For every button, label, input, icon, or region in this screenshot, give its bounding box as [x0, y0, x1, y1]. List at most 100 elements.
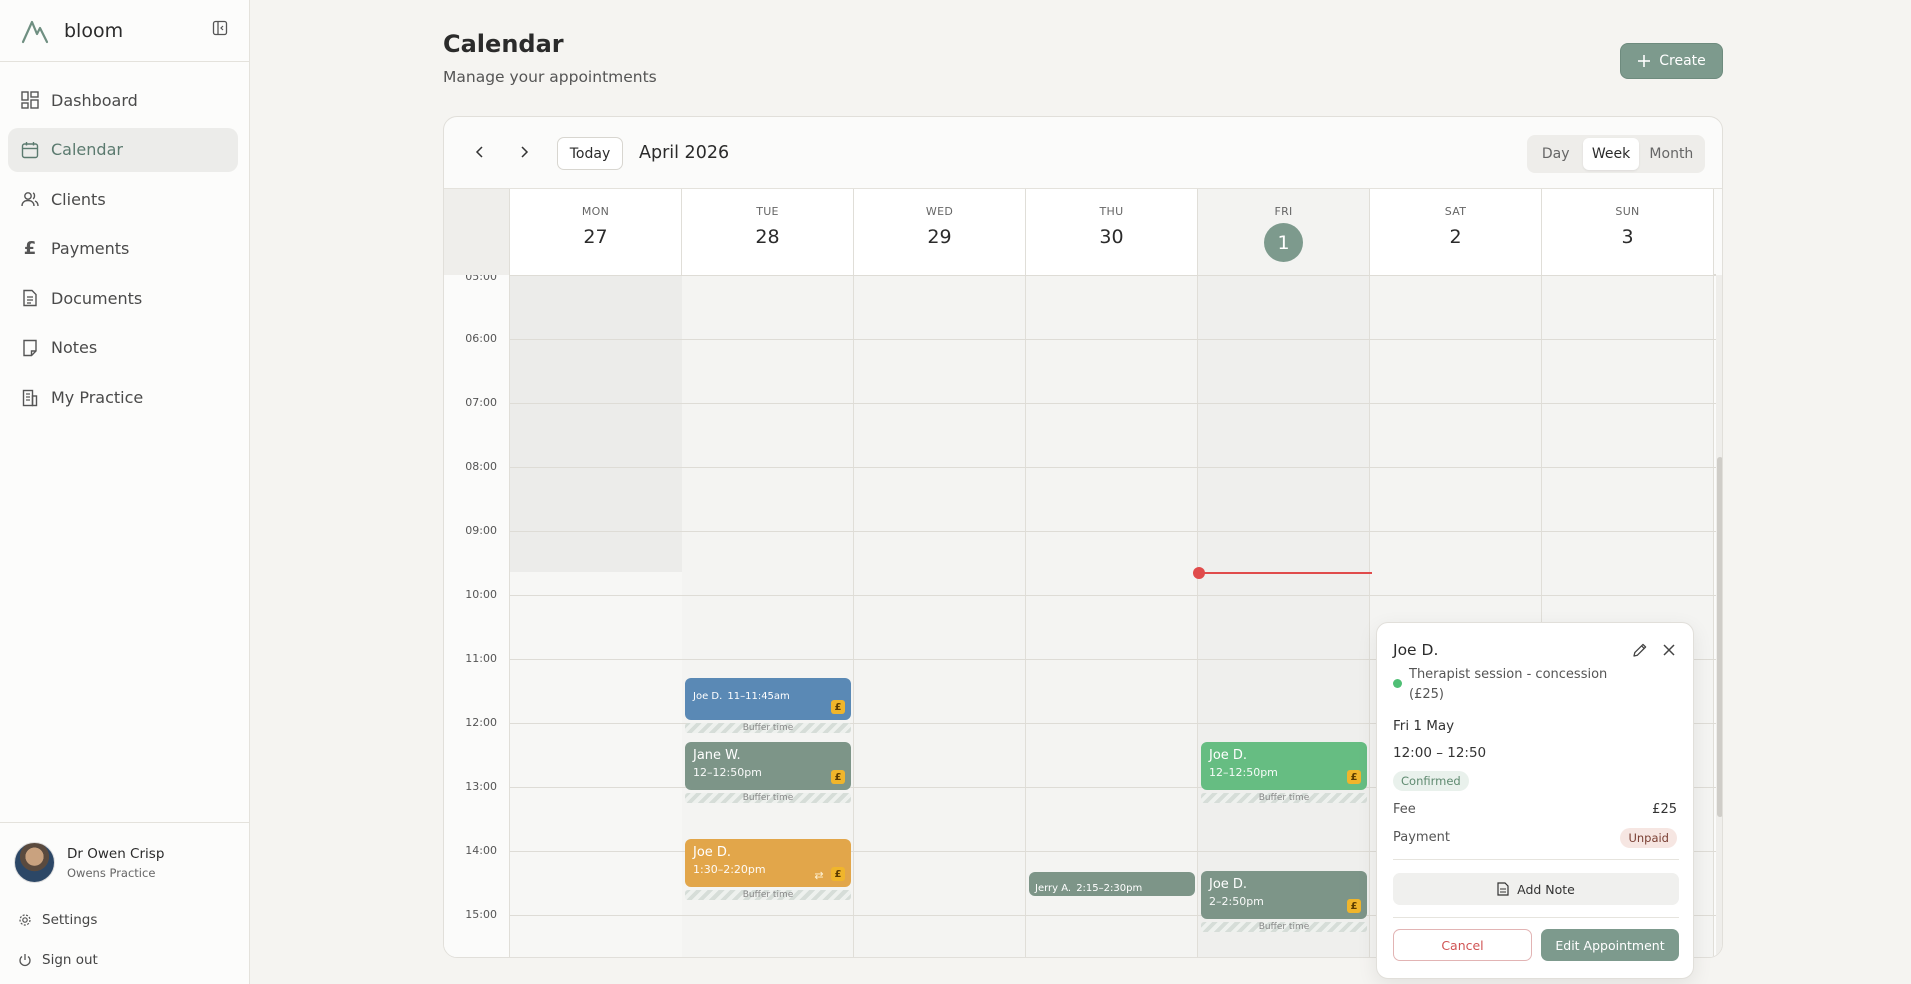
- time-label: 08:00: [465, 460, 497, 473]
- day-header-wed[interactable]: WED 29: [854, 189, 1026, 275]
- appointment-time: 12:00 – 12:50: [1393, 745, 1487, 761]
- event-time: 2–2:50pm: [1209, 895, 1264, 908]
- day-number: 27: [583, 226, 608, 248]
- day-name: WED: [925, 205, 954, 218]
- close-icon[interactable]: [1660, 641, 1678, 659]
- month-label: April 2026: [639, 143, 730, 163]
- sidebar-item-documents[interactable]: Documents: [8, 276, 238, 320]
- appointment-event-selected[interactable]: Joe D. 12–12:50pm £: [1201, 742, 1367, 790]
- appointment-event[interactable]: Jane W. 12–12:50pm £: [685, 742, 851, 790]
- day-number: 28: [755, 226, 780, 248]
- view-toggle: Day Week Month: [1527, 135, 1705, 173]
- day-header-sun[interactable]: SUN 3: [1542, 189, 1714, 275]
- plus-icon: [1638, 55, 1651, 67]
- sidebar: bloom Dashboard Calendar Clients £ Payme…: [0, 0, 250, 984]
- current-time-dot: [1193, 567, 1205, 579]
- scrollbar-thumb[interactable]: [1717, 457, 1722, 817]
- create-button[interactable]: Create: [1620, 43, 1723, 79]
- day-column-thu[interactable]: [1026, 275, 1198, 957]
- corner-cell: [444, 189, 510, 275]
- appointment-event[interactable]: Joe D. 1:30–2:20pm ⇄ £: [685, 839, 851, 887]
- today-button[interactable]: Today: [557, 137, 623, 170]
- edit-appointment-button[interactable]: Edit Appointment: [1541, 929, 1679, 961]
- appointment-event[interactable]: Joe D. 11–11:45am £: [685, 678, 851, 720]
- grid-scrollbar[interactable]: [1716, 275, 1722, 957]
- buffer-time: Buffer time: [685, 723, 851, 733]
- sidebar-item-label: Calendar: [51, 140, 123, 160]
- page-title: Calendar: [443, 30, 564, 58]
- day-header-mon[interactable]: MON 27: [510, 189, 682, 275]
- session-type: Therapist session - concession (£25): [1409, 667, 1608, 702]
- appointment-event[interactable]: Jerry A. 2:15–2:30pm: [1029, 872, 1195, 896]
- sidebar-collapse-icon[interactable]: [212, 20, 228, 36]
- time-label: 06:00: [465, 332, 497, 345]
- signout-link[interactable]: Sign out: [18, 952, 98, 968]
- time-label: 11:00: [465, 652, 497, 665]
- day-name: SUN: [1615, 205, 1640, 218]
- user-profile[interactable]: Dr Owen Crisp Owens Practice: [14, 842, 164, 883]
- time-label: 07:00: [465, 396, 497, 409]
- time-column: 05:00 06:00 07:00 08:00 09:00 10:00 11:0…: [444, 275, 510, 957]
- add-note-label: Add Note: [1517, 881, 1575, 897]
- sidebar-item-label: Notes: [51, 338, 98, 358]
- day-column-wed[interactable]: [854, 275, 1026, 957]
- dashboard-icon: [20, 90, 40, 110]
- prev-week-button[interactable]: [470, 142, 490, 162]
- sidebar-divider: [0, 61, 250, 62]
- buffer-time: Buffer time: [1201, 793, 1367, 803]
- document-icon: [20, 288, 40, 308]
- day-header-thu[interactable]: THU 30: [1026, 189, 1198, 275]
- appointment-date: Fri 1 May: [1393, 718, 1455, 734]
- sidebar-item-payments[interactable]: £ Payments: [8, 227, 238, 271]
- document-icon: [1497, 882, 1509, 896]
- day-column-fri[interactable]: [1198, 275, 1370, 957]
- sidebar-nav: Dashboard Calendar Clients £ Payments Do…: [8, 78, 238, 425]
- day-header-sat[interactable]: SAT 2: [1370, 189, 1542, 275]
- day-name: THU: [1099, 205, 1124, 218]
- payment-label: Payment: [1393, 830, 1450, 845]
- sidebar-item-calendar[interactable]: Calendar: [8, 127, 238, 172]
- brand[interactable]: bloom: [20, 14, 123, 48]
- sidebar-item-label: Clients: [51, 189, 106, 209]
- buffer-time: Buffer time: [685, 793, 851, 803]
- sidebar-item-notes[interactable]: Notes: [8, 326, 238, 370]
- payment-pound-icon: £: [831, 700, 845, 714]
- pencil-icon[interactable]: [1631, 641, 1649, 659]
- day-header-fri[interactable]: FRI 1: [1198, 189, 1370, 275]
- fee-label: Fee: [1393, 802, 1416, 817]
- calendar-icon: [20, 140, 40, 160]
- time-label: 10:00: [465, 588, 497, 601]
- sidebar-item-clients[interactable]: Clients: [8, 177, 238, 221]
- day-number: 30: [1099, 226, 1124, 248]
- day-number: 2: [1449, 226, 1462, 248]
- popover-divider: [1393, 859, 1679, 860]
- view-day-button[interactable]: Day: [1530, 138, 1581, 170]
- day-name: MON: [581, 205, 610, 218]
- payment-pound-icon: £: [1347, 899, 1361, 913]
- hour-line: [510, 339, 1716, 340]
- fee-value: £25: [1652, 802, 1677, 817]
- view-week-button[interactable]: Week: [1583, 138, 1639, 170]
- sidebar-item-dashboard[interactable]: Dashboard: [8, 78, 238, 122]
- bloom-logo-icon: [21, 20, 49, 44]
- appointment-event[interactable]: Joe D. 2–2:50pm £: [1201, 871, 1367, 919]
- hour-line: [510, 403, 1716, 404]
- view-month-button[interactable]: Month: [1641, 138, 1702, 170]
- day-header-tue[interactable]: TUE 28: [682, 189, 854, 275]
- event-title: Joe D.: [693, 691, 723, 702]
- current-time-line: [1199, 572, 1372, 574]
- add-note-button[interactable]: Add Note: [1393, 873, 1679, 905]
- event-title: Joe D.: [1209, 877, 1248, 892]
- sidebar-item-my-practice[interactable]: My Practice: [8, 376, 238, 420]
- time-label: 05:00: [465, 275, 497, 283]
- cancel-appointment-button[interactable]: Cancel: [1393, 929, 1532, 961]
- sidebar-item-label: Dashboard: [51, 90, 138, 110]
- hour-line: [510, 467, 1716, 468]
- payment-pound-icon: £: [831, 867, 845, 881]
- day-column-mon[interactable]: [510, 275, 682, 957]
- settings-link[interactable]: Settings: [18, 912, 97, 928]
- hour-line: [510, 275, 1716, 276]
- users-icon: [20, 189, 40, 209]
- next-week-button[interactable]: [514, 142, 534, 162]
- create-label: Create: [1659, 53, 1706, 69]
